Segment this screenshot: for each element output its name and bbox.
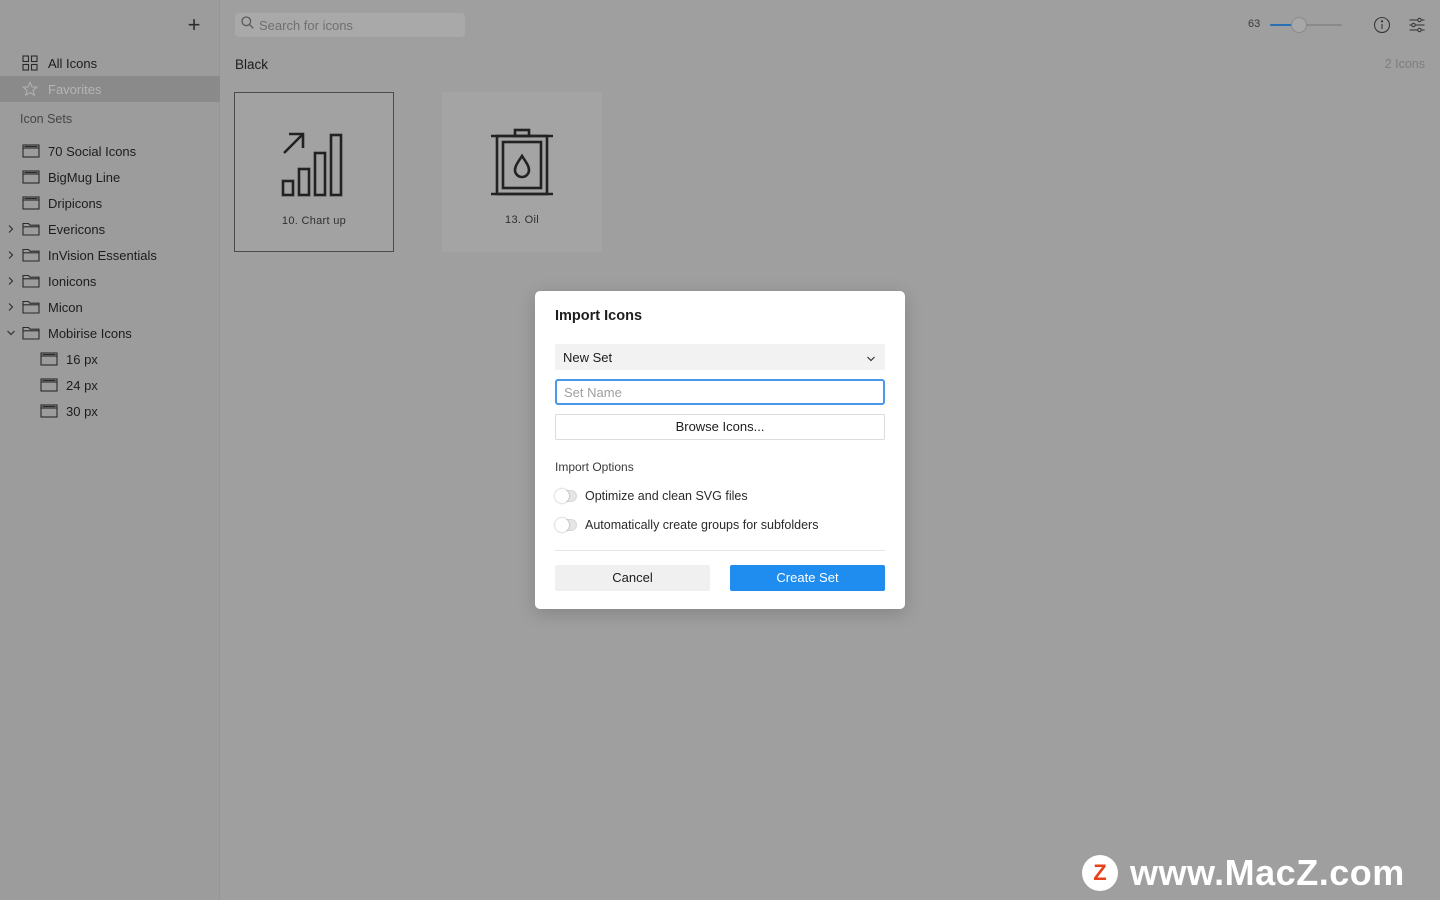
set-type-select[interactable]: New Set bbox=[555, 344, 885, 370]
folder-icon bbox=[22, 273, 42, 289]
folder-icon bbox=[22, 299, 42, 315]
sidebar-item-favorites[interactable]: Favorites bbox=[0, 76, 220, 102]
set-type-select-value: New Set bbox=[563, 349, 613, 365]
sidebar-item-label: Dripicons bbox=[48, 195, 103, 211]
sidebar-item-set[interactable]: Dripicons bbox=[0, 190, 220, 216]
icon-tile-caption: 10. Chart up bbox=[281, 215, 347, 227]
sidebar-item-set[interactable]: Mobirise Icons bbox=[0, 320, 220, 346]
sidebar-item-set[interactable]: Evericons bbox=[0, 216, 220, 242]
chevron-right-icon[interactable] bbox=[0, 224, 22, 234]
folder-icon bbox=[22, 247, 42, 263]
sidebar-item-label: 16 px bbox=[66, 351, 98, 367]
archive-icon bbox=[22, 195, 42, 211]
sidebar-item-label: Evericons bbox=[48, 221, 106, 237]
zoom-value: 63 bbox=[1248, 18, 1261, 30]
archive-icon bbox=[40, 377, 60, 393]
sidebar-item-label: Mobirise Icons bbox=[48, 325, 132, 341]
info-icon[interactable] bbox=[1373, 16, 1391, 34]
sidebar-item-label: All Icons bbox=[48, 55, 98, 71]
sidebar-item-label: InVision Essentials bbox=[48, 247, 157, 263]
add-set-button[interactable]: + bbox=[184, 14, 204, 36]
icon-tile-chart-up[interactable]: 10. Chart up bbox=[234, 92, 394, 252]
watermark-text: www.MacZ.com bbox=[1130, 852, 1405, 893]
sidebar-item-all-icons[interactable]: All Icons bbox=[0, 50, 220, 76]
folder-icon bbox=[22, 221, 42, 237]
oil-barrel-icon bbox=[482, 122, 562, 202]
sidebar-item-label: BigMug Line bbox=[48, 169, 121, 185]
dialog-title: Import Icons bbox=[555, 308, 643, 324]
import-options-label: Import Options bbox=[555, 460, 634, 474]
option-optimize-svg: Optimize and clean SVG files bbox=[555, 487, 748, 505]
sidebar-item-set[interactable]: 24 px bbox=[0, 372, 220, 398]
search-bar[interactable] bbox=[235, 13, 465, 37]
chevron-right-icon[interactable] bbox=[0, 276, 22, 286]
sidebar-item-set[interactable]: Micon bbox=[0, 294, 220, 320]
sidebar-item-set[interactable]: 30 px bbox=[0, 398, 220, 424]
chevron-down-icon bbox=[866, 352, 876, 362]
sidebar-item-label: Micon bbox=[48, 299, 83, 315]
set-name-input[interactable] bbox=[555, 379, 885, 405]
zoom-slider-thumb[interactable] bbox=[1290, 17, 1307, 33]
icon-tile-caption: 13. Oil bbox=[505, 214, 539, 226]
create-set-button[interactable]: Create Set bbox=[730, 565, 885, 591]
sidebar-item-set[interactable]: BigMug Line bbox=[0, 164, 220, 190]
chevron-right-icon[interactable] bbox=[0, 250, 22, 260]
sidebar-item-set[interactable]: Ionicons bbox=[0, 268, 220, 294]
browse-icons-button[interactable]: Browse Icons... bbox=[555, 414, 885, 440]
sidebar-item-label: Favorites bbox=[48, 81, 102, 97]
sidebar: + All Icons Favorites Icon Sets 70 Socia… bbox=[0, 0, 220, 900]
sidebar-item-set[interactable]: 70 Social Icons bbox=[0, 138, 220, 164]
archive-icon bbox=[40, 403, 60, 419]
watermark-logo: Z bbox=[1082, 855, 1118, 891]
search-icon bbox=[241, 16, 254, 34]
sidebar-item-label: Ionicons bbox=[48, 273, 97, 289]
chart-up-icon bbox=[275, 123, 355, 203]
optimize-svg-toggle[interactable] bbox=[555, 489, 577, 503]
sidebar-item-label: 24 px bbox=[66, 377, 98, 393]
archive-icon bbox=[40, 351, 60, 367]
option-label: Optimize and clean SVG files bbox=[585, 489, 748, 503]
sidebar-item-label: 70 Social Icons bbox=[48, 143, 137, 159]
grid-icon bbox=[22, 55, 42, 71]
sidebar-item-set[interactable]: InVision Essentials bbox=[0, 242, 220, 268]
sidebar-item-label: 30 px bbox=[66, 403, 98, 419]
option-label: Automatically create groups for subfolde… bbox=[585, 518, 819, 532]
chevron-right-icon[interactable] bbox=[0, 302, 22, 312]
section-label-icon-sets: Icon Sets bbox=[20, 112, 73, 126]
cancel-button[interactable]: Cancel bbox=[555, 565, 710, 591]
set-title: Black bbox=[235, 57, 269, 72]
zoom-slider[interactable] bbox=[1270, 17, 1342, 33]
folder-icon bbox=[22, 325, 42, 341]
watermark: Z www.MacZ.com bbox=[1082, 852, 1405, 894]
chevron-down-icon[interactable] bbox=[0, 328, 22, 338]
sliders-icon[interactable] bbox=[1408, 16, 1426, 34]
archive-icon bbox=[22, 143, 42, 159]
archive-icon bbox=[22, 169, 42, 185]
import-icons-dialog: Import Icons New Set Browse Icons... Imp… bbox=[535, 291, 905, 609]
option-create-groups: Automatically create groups for subfolde… bbox=[555, 516, 818, 534]
create-groups-toggle[interactable] bbox=[555, 518, 577, 532]
dialog-divider bbox=[555, 550, 885, 551]
search-input[interactable] bbox=[259, 17, 454, 33]
sidebar-item-set[interactable]: 16 px bbox=[0, 346, 220, 372]
icon-tile-oil[interactable]: 13. Oil bbox=[442, 92, 602, 252]
icon-count: 2 Icons bbox=[1384, 57, 1425, 71]
star-icon bbox=[22, 81, 42, 97]
